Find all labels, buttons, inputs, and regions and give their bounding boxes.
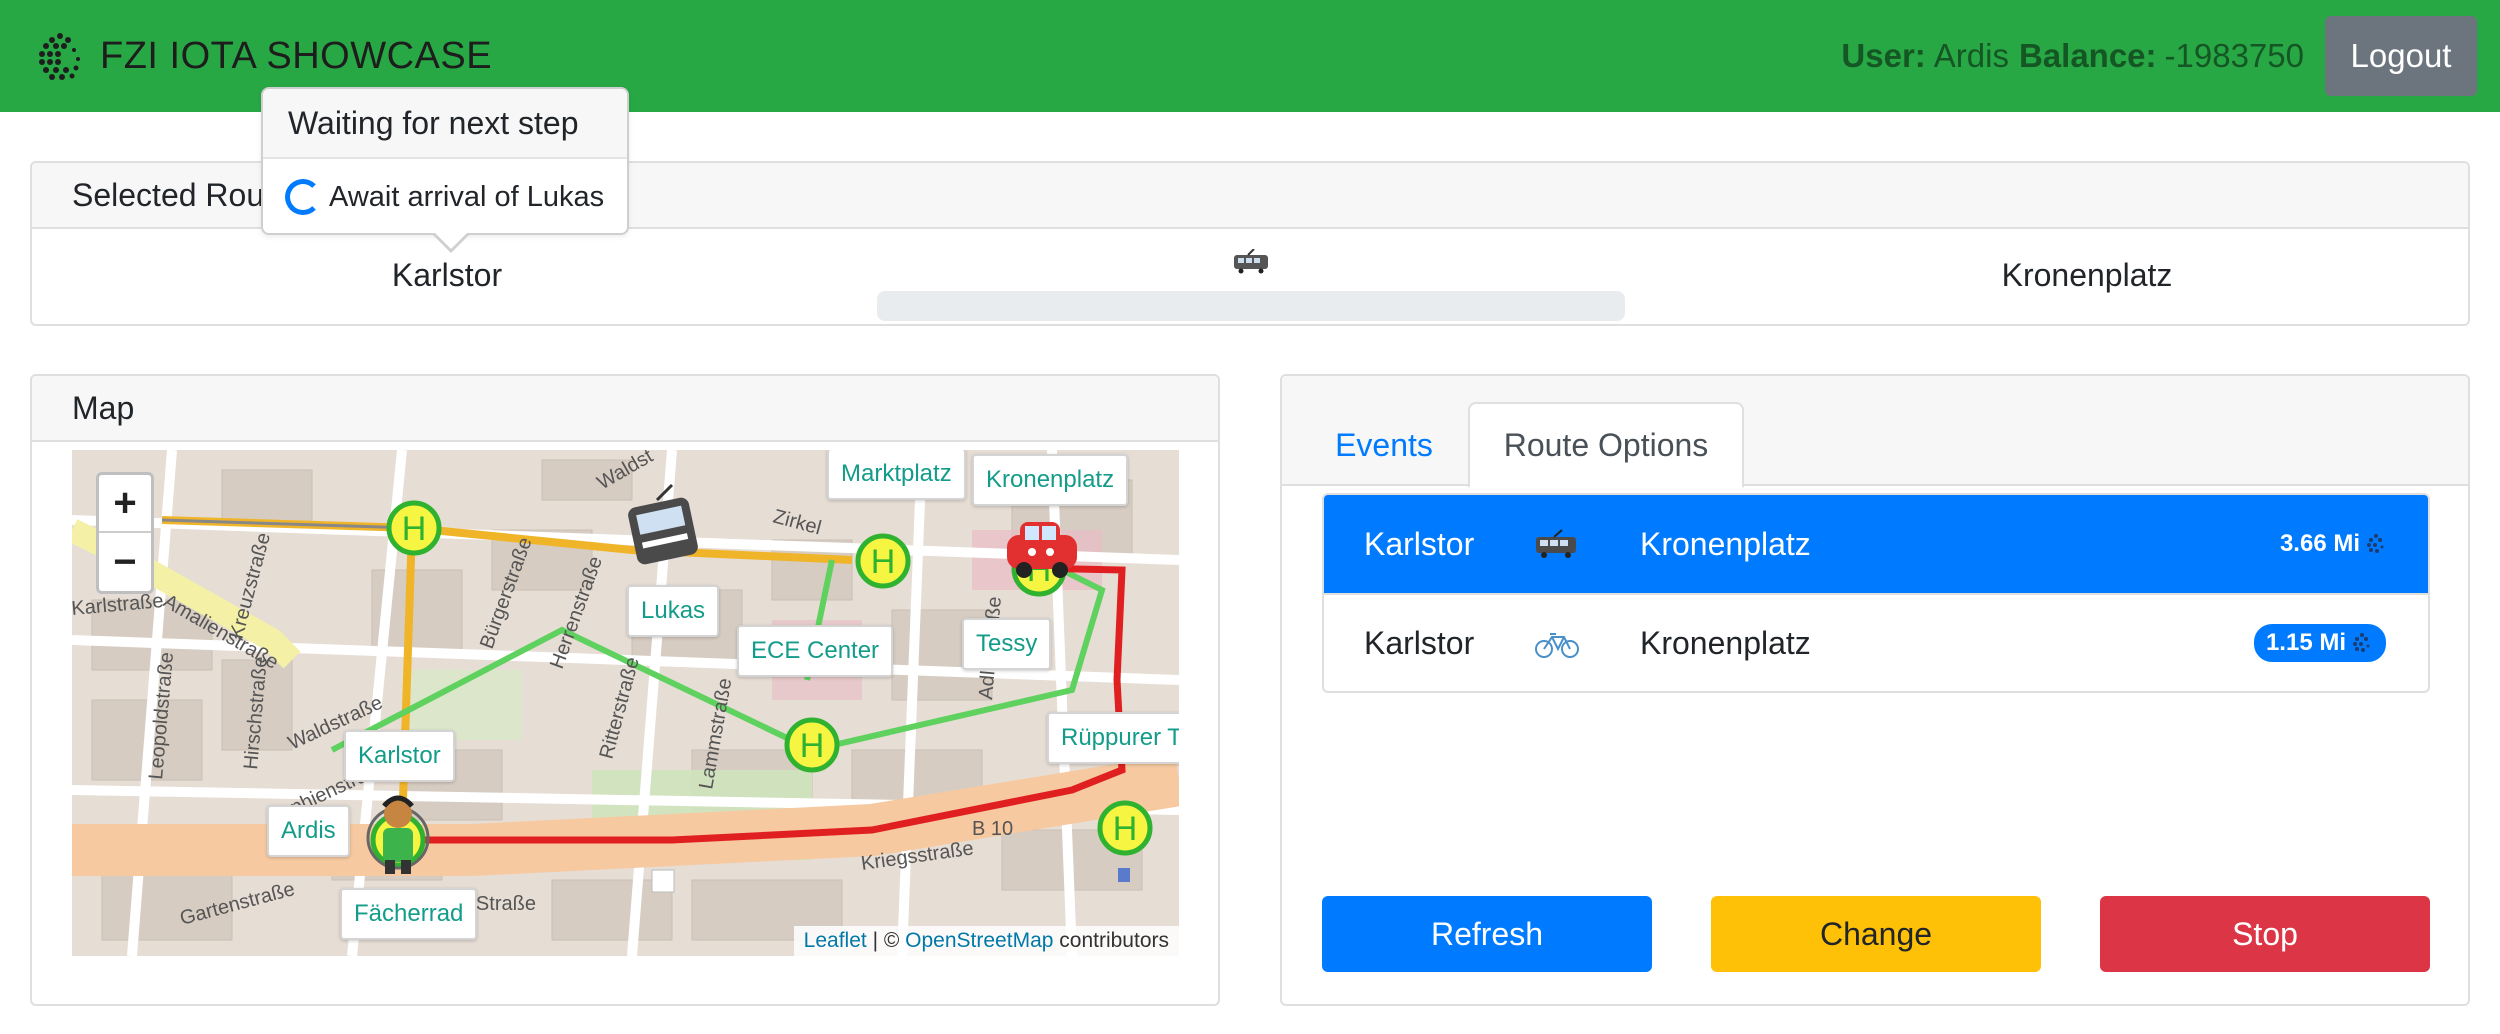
zoom-in-button[interactable]: + xyxy=(99,475,151,533)
balance-label: Balance: xyxy=(2018,37,2157,74)
leaflet-link[interactable]: Leaflet xyxy=(804,929,867,952)
route-option-list: Karlstor Kronenplatz 3.66 Mi Karlstor Kr… xyxy=(1322,493,2430,693)
popover-title: Waiting for next step xyxy=(263,89,627,159)
tram-icon xyxy=(1536,529,1576,558)
attribution-separator: | © xyxy=(866,929,906,952)
option-price: 3.66 Mi xyxy=(2280,530,2388,558)
brand-title: FZI IOTA SHOWCASE xyxy=(100,34,493,77)
attribution-suffix: contributors xyxy=(1053,929,1169,952)
map-label-marktplatz: Marktplatz xyxy=(827,450,966,500)
map-label-facherrad: Fächerrad xyxy=(340,888,478,940)
bicycle-icon xyxy=(1535,633,1579,658)
map-label-kronenplatz: Kronenplatz xyxy=(972,454,1129,506)
stop-marker-karlstor-north[interactable]: H xyxy=(386,500,442,556)
route-options-card: Events Route Options Karlstor Kronenplat… xyxy=(1280,374,2470,1006)
spinner-icon xyxy=(285,179,321,215)
price-value: 1.15 Mi xyxy=(2265,629,2346,656)
logout-button[interactable]: Logout xyxy=(2325,16,2477,96)
route-from: Karlstor xyxy=(391,257,503,293)
refresh-button[interactable]: Refresh xyxy=(1322,896,1652,972)
map-label-ruppurer-tor: Rüppurer To xyxy=(1047,712,1179,764)
svg-text:H: H xyxy=(1113,810,1138,848)
stop-marker-ece-center[interactable]: H xyxy=(784,717,840,773)
user-info: User: Ardis Balance: -1983750 xyxy=(1841,30,2314,82)
option-from: Karlstor xyxy=(1364,525,1475,562)
tabs-header: Events Route Options xyxy=(1282,376,2468,488)
popover-message: Await arrival of Lukas xyxy=(329,180,605,213)
tab-route-options[interactable]: Route Options xyxy=(1468,402,1744,488)
zoom-out-button[interactable]: − xyxy=(99,533,151,591)
map-view[interactable]: Amalienstraße Herrenstraße Zirkel Kriegs… xyxy=(72,450,1179,956)
tab-events[interactable]: Events xyxy=(1308,402,1460,488)
iota-icon xyxy=(2367,534,2384,553)
map-label-tessy: Tessy xyxy=(962,618,1052,670)
route-option-tram[interactable]: Karlstor Kronenplatz 3.66 Mi xyxy=(1324,495,2428,593)
iota-icon xyxy=(2353,633,2370,652)
route-to: Kronenplatz xyxy=(2001,257,2173,293)
brand[interactable]: FZI IOTA SHOWCASE xyxy=(30,22,492,90)
map-label-lukas: Lukas xyxy=(627,585,720,637)
svg-text:H: H xyxy=(871,543,896,581)
option-to: Kronenplatz xyxy=(1640,624,1811,661)
user-name: Ardis xyxy=(1933,37,2009,74)
popover-arrow xyxy=(433,233,469,253)
map-label-karlstor: Karlstor xyxy=(344,730,455,782)
map-attribution: Leaflet | © OpenStreetMap contributors xyxy=(793,926,1179,956)
route-body: Karlstor Kronenplatz xyxy=(32,229,2468,324)
route-option-bicycle[interactable]: Karlstor Kronenplatz 1.15 Mi xyxy=(1324,593,2428,691)
balance-value: -1983750 xyxy=(2164,37,2304,74)
popover-body: Await arrival of Lukas xyxy=(263,159,627,235)
option-price-badge: 1.15 Mi xyxy=(2251,622,2388,664)
status-popover: Waiting for next step Await arrival of L… xyxy=(261,87,629,253)
map-header: Map xyxy=(32,376,1218,442)
option-to: Kronenplatz xyxy=(1640,525,1811,562)
tram-icon xyxy=(1234,249,1268,274)
map-tiles: Amalienstraße Herrenstraße Zirkel Kriegs… xyxy=(72,450,1179,956)
stop-button[interactable]: Stop xyxy=(2100,896,2430,972)
change-button[interactable]: Change xyxy=(1711,896,2041,972)
zoom-control: + − xyxy=(96,472,154,594)
map-card: Map Amalienstraße Herrenstraße Zirkel Kr… xyxy=(30,374,1220,1006)
route-progress-bar xyxy=(877,291,1625,321)
stop-marker-marktplatz[interactable]: H xyxy=(855,533,911,589)
stop-marker-ruppurer-tor[interactable]: H xyxy=(1097,800,1153,856)
iota-logo-icon xyxy=(39,33,80,80)
svg-text:H: H xyxy=(402,510,427,548)
osm-link[interactable]: OpenStreetMap xyxy=(905,929,1053,952)
price-value: 3.66 Mi xyxy=(2279,530,2360,557)
user-label: User: xyxy=(1841,37,1926,74)
street-b10: B 10 xyxy=(972,818,1013,840)
map-label-ardis: Ardis xyxy=(267,805,350,857)
option-from: Karlstor xyxy=(1364,624,1475,661)
map-label-ece-center: ECE Center xyxy=(737,625,894,677)
svg-text:H: H xyxy=(800,727,825,765)
